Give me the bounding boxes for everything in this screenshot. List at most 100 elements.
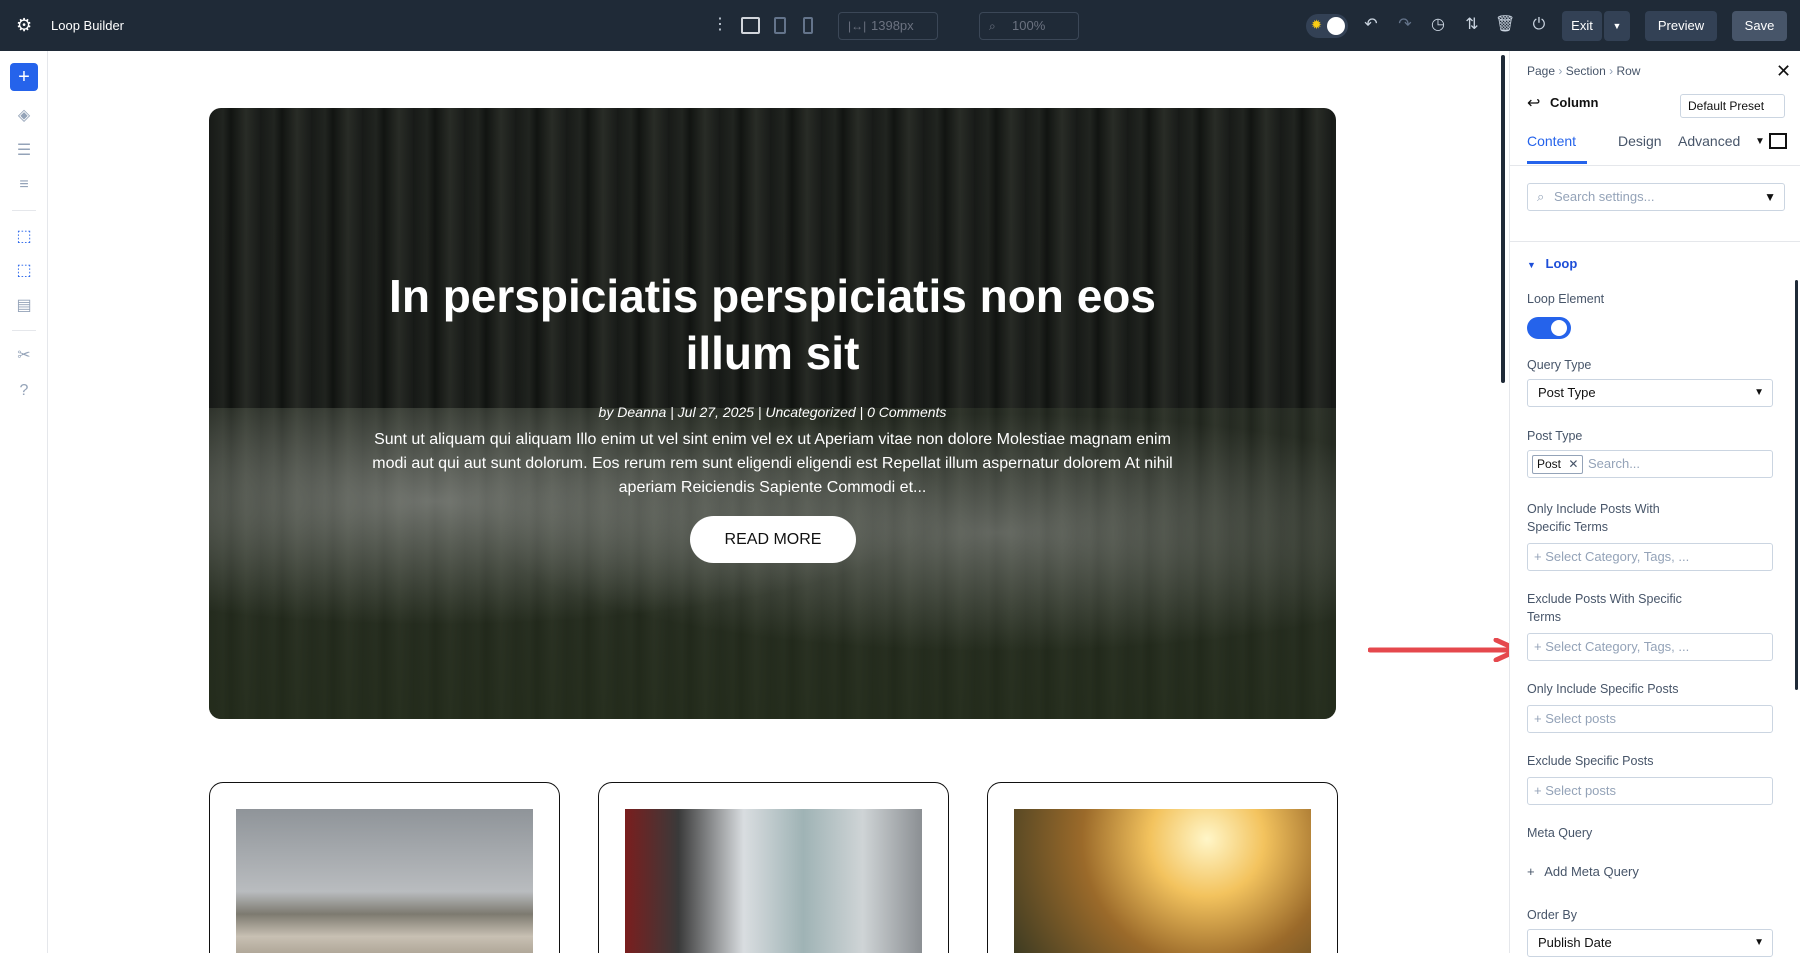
exit-dropdown-chevron-down-icon[interactable]: ▼ [1604,11,1630,41]
window-mode-icon[interactable] [1769,133,1787,149]
click-select-icon[interactable]: ⬚ [14,227,34,247]
query-type-value: Post Type [1538,385,1596,400]
post-type-tag: Post ✕ [1532,455,1583,474]
loop-section-header[interactable]: ▼ Loop [1527,256,1577,271]
chevron-down-icon: ▼ [1754,380,1764,406]
post-type-field[interactable]: Post ✕ Search... [1527,450,1773,478]
canvas-width-value: 1398px [871,18,914,33]
phone-view-icon[interactable] [803,17,813,34]
sort-arrows-icon[interactable]: ⇅ [1462,15,1482,35]
breadcrumb-page[interactable]: Page [1527,64,1555,78]
active-tab-indicator [1527,161,1587,164]
exclude-terms-field[interactable]: + Select Category, Tags, ... [1527,633,1773,661]
include-posts-field[interactable]: + Select posts [1527,705,1773,733]
order-by-label: Order By [1527,906,1707,924]
database-icon[interactable]: ☰ [14,141,34,161]
settings-search-input[interactable]: ⌕ Search settings... ▼ [1527,183,1785,211]
tablet-view-icon[interactable] [774,17,786,34]
loop-section-title: Loop [1546,256,1578,271]
width-arrows-icon: |↔| [848,13,866,39]
sidebar-divider [12,210,36,211]
exclude-posts-field[interactable]: + Select posts [1527,777,1773,805]
include-terms-field[interactable]: + Select Category, Tags, ... [1527,543,1773,571]
layers-icon[interactable]: ◈ [14,106,34,126]
hero-post-excerpt: Sunt ut aliquam qui aliquam Illo enim ut… [359,428,1186,500]
exit-button[interactable]: Exit [1562,11,1602,41]
query-type-select[interactable]: Post Type ▼ [1527,379,1773,407]
hero-post-card[interactable]: In perspiciatis perspiciatis non eos ill… [209,108,1336,719]
loop-element-label: Loop Element [1527,290,1707,308]
include-terms-placeholder: + Select Category, Tags, ... [1534,549,1689,564]
post-type-search-placeholder: Search... [1588,451,1640,477]
query-type-label: Query Type [1527,356,1707,374]
caret-down-icon: ▼ [1527,260,1536,270]
post-type-tag-label: Post [1537,457,1561,471]
undo-icon[interactable]: ↶ [1361,15,1381,35]
preview-button[interactable]: Preview [1645,11,1717,41]
exclude-terms-placeholder: + Select Category, Tags, ... [1534,639,1689,654]
breadcrumb-section[interactable]: Section [1566,64,1606,78]
help-icon[interactable]: ? [14,381,34,401]
include-terms-label: Only Include Posts With Specific Terms [1527,500,1697,536]
canvas-scrollbar[interactable] [1501,55,1505,383]
zoom-field[interactable]: ⌕ 100% [979,12,1079,40]
gear-icon[interactable]: ⚙ [16,16,34,34]
template-icon[interactable]: ▤ [14,296,34,316]
left-sidebar: + ◈ ☰ ≡ ⬚ ⬚ ▤ ✂ ? [0,51,48,953]
include-posts-placeholder: + Select posts [1534,711,1616,726]
breadcrumb-row[interactable]: Row [1616,64,1640,78]
history-icon[interactable]: ◷ [1428,15,1448,35]
exclude-posts-placeholder: + Select posts [1534,783,1616,798]
exclude-terms-label: Exclude Posts With Specific Terms [1527,590,1707,626]
plus-icon: + [1527,864,1535,879]
add-meta-query-label: Add Meta Query [1544,864,1639,879]
tabs-chevron-down-icon[interactable]: ▼ [1755,136,1765,147]
top-toolbar: ⚙ Loop Builder ⋮ |↔| 1398px ⌕ 100% ✹ ↶ ↷… [0,0,1800,51]
save-button[interactable]: Save [1732,11,1787,41]
back-arrow-icon[interactable]: ↩ [1527,93,1540,113]
canvas-width-field[interactable]: |↔| 1398px [838,12,938,40]
tools-icon[interactable]: ✂ [14,346,34,366]
post-card-image [236,809,533,953]
add-meta-query-button[interactable]: + Add Meta Query [1527,864,1639,879]
section-divider [1510,241,1800,242]
tab-content[interactable]: Content [1527,133,1576,149]
power-icon[interactable]: ⏻ [1529,15,1549,35]
post-card-image [625,809,922,953]
magnifier-icon: ⌕ [989,13,996,39]
search-icon: ⌕ [1537,184,1544,210]
app-title: Loop Builder [51,18,124,33]
hero-post-meta: by Deanna | Jul 27, 2025 | Uncategorized… [329,404,1216,420]
drag-handle-icon[interactable]: ⋮ [710,15,730,35]
desktop-view-icon[interactable] [741,17,760,34]
preset-dropdown[interactable]: Default Preset [1680,94,1785,118]
breadcrumb: Page › Section › Row [1527,64,1640,78]
panel-scrollbar[interactable] [1795,280,1798,690]
element-title: Column [1550,95,1598,110]
trash-icon[interactable]: 🗑 [1495,15,1515,35]
filter-icon[interactable]: ▼ [1764,184,1776,210]
include-posts-label: Only Include Specific Posts [1527,680,1747,698]
remove-tag-icon[interactable]: ✕ [1568,457,1578,471]
post-card[interactable] [598,782,949,953]
read-more-button[interactable]: READ MORE [690,516,856,563]
sections-icon[interactable]: ≡ [14,175,34,195]
builder-canvas[interactable]: In perspiciatis perspiciatis non eos ill… [49,51,1499,953]
post-card[interactable] [209,782,560,953]
post-type-label: Post Type [1527,427,1707,445]
post-card[interactable] [987,782,1338,953]
close-icon[interactable]: ✕ [1776,61,1791,82]
zoom-value: 100% [1012,18,1045,33]
meta-query-label: Meta Query [1527,824,1707,842]
tab-design[interactable]: Design [1618,133,1662,149]
redo-icon[interactable]: ↷ [1395,15,1415,35]
preset-label: Default Preset [1688,99,1764,113]
toggle-knob [1551,320,1567,336]
theme-toggle[interactable]: ✹ [1306,14,1348,38]
post-card-image [1014,809,1311,953]
loop-element-toggle[interactable] [1527,317,1571,339]
tab-advanced[interactable]: Advanced [1678,133,1740,149]
hero-post-title[interactable]: In perspiciatis perspiciatis non eos ill… [329,268,1216,382]
add-element-button[interactable]: + [10,63,38,91]
multi-select-icon[interactable]: ⬚ [14,261,34,281]
